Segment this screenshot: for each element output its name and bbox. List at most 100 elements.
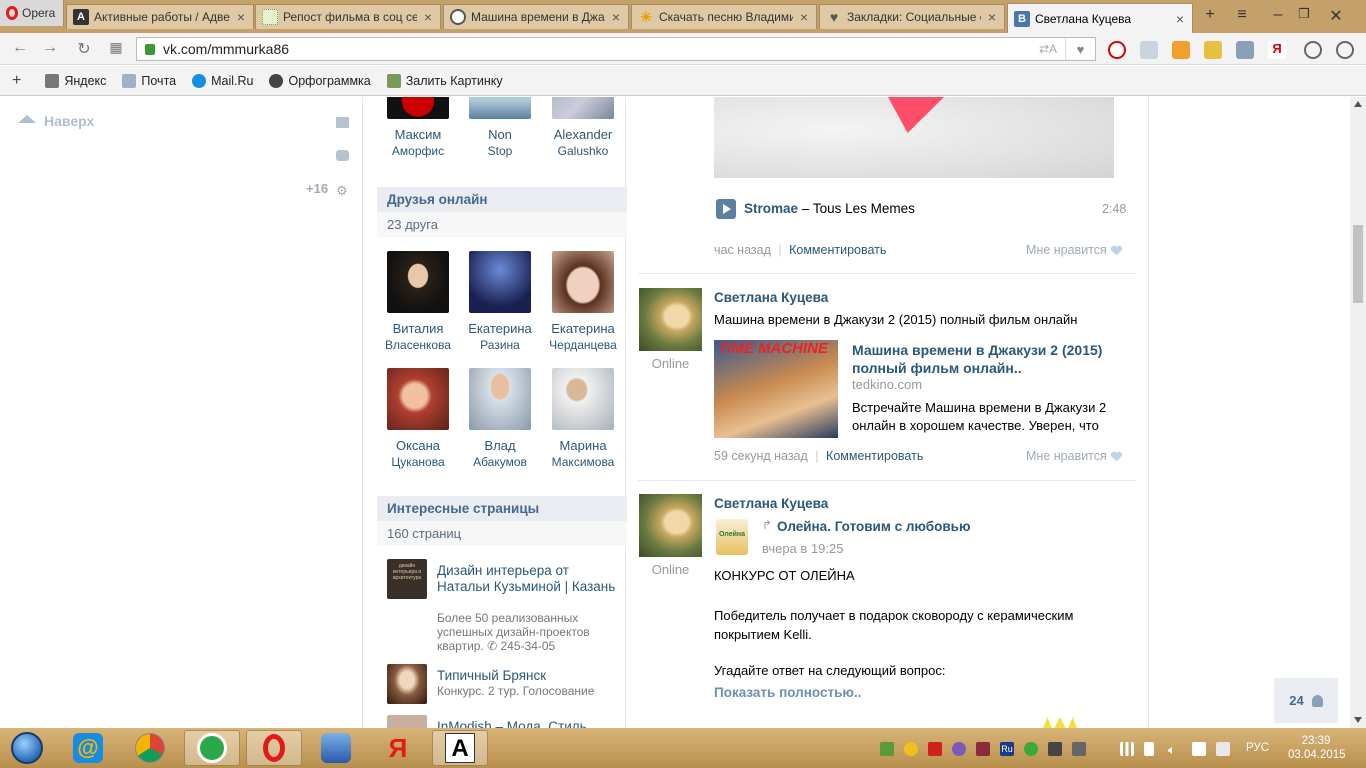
tab-close-icon[interactable]: × [986, 9, 998, 25]
tab-advego[interactable]: A Активные работы / Адвего × [66, 4, 254, 29]
friend-photo[interactable] [552, 251, 614, 313]
friend-photo[interactable] [387, 368, 449, 430]
friend-photo[interactable] [387, 251, 449, 313]
interesting-pages-count[interactable]: 160 страниц [377, 521, 627, 546]
interesting-pages-header[interactable]: Интересные страницы [377, 496, 627, 521]
adblock-ext-icon[interactable] [1108, 41, 1126, 59]
flag-icon[interactable] [1216, 742, 1230, 756]
tab-menu-icon[interactable]: ≡ [1232, 6, 1252, 24]
translate-ext-icon[interactable] [1236, 41, 1254, 59]
page-avatar[interactable]: дизайн интерьера и архитектура [387, 559, 427, 599]
link-title[interactable]: Машина времени в Джакузи 2 (2015) полный… [852, 341, 1132, 377]
like-button[interactable]: Мне нравится [1026, 243, 1122, 257]
bookmark-upload-image[interactable]: Залить Картинку [386, 73, 503, 88]
repost-source-name[interactable]: Олейна. Готовим с любовью [777, 519, 971, 534]
comments-icon[interactable] [336, 150, 349, 161]
forward-icon[interactable]: → [40, 39, 60, 57]
taskbar-mail-agent[interactable] [184, 730, 240, 766]
download-icon[interactable] [1304, 41, 1322, 59]
like-button[interactable]: Мне нравится [1026, 449, 1122, 463]
account-icon[interactable] [1336, 41, 1354, 59]
friend-card[interactable]: Non Stop [460, 97, 540, 159]
bookmark-mailru[interactable]: Mail.Ru [192, 73, 253, 88]
page-title[interactable]: Типичный Брянск [437, 668, 617, 684]
audio-play-button[interactable] [716, 199, 736, 219]
tray-monitor-icon[interactable] [1048, 742, 1062, 756]
signal-icon[interactable] [1120, 742, 1134, 756]
page-scrollbar[interactable] [1350, 97, 1366, 728]
comment-link[interactable]: Комментировать [789, 243, 886, 257]
new-tab-icon[interactable]: + [1200, 6, 1220, 24]
bookmark-heart-icon[interactable]: ♥ [1065, 38, 1095, 60]
start-button[interactable] [0, 730, 54, 766]
battery-icon[interactable] [1144, 742, 1154, 756]
window-close-icon[interactable]: ✕ [1326, 6, 1346, 26]
tab-time-machine[interactable]: Машина времени в Джакузи × [443, 4, 629, 29]
taskbar-opera[interactable] [246, 730, 302, 766]
friend-photo[interactable] [469, 251, 531, 313]
friend-card[interactable]: Екатерина Разина [460, 251, 540, 353]
tray-shield-icon[interactable] [928, 742, 942, 756]
tab-song[interactable]: ☀ Скачать песню Владимир × [631, 4, 817, 29]
translate-icon[interactable]: ⇄A [1039, 42, 1057, 56]
friend-card[interactable]: Виталия Власенкова [378, 251, 458, 353]
tray-check-icon[interactable] [1024, 742, 1038, 756]
bookmark-yandex[interactable]: Яндекс [45, 73, 106, 88]
reload-icon[interactable]: ↻ [74, 39, 94, 59]
show-more-link[interactable]: Показать полностью.. [714, 685, 861, 700]
tab-close-icon[interactable]: × [798, 9, 810, 25]
tray-viber-icon[interactable] [952, 742, 966, 756]
post-time[interactable]: час назад [714, 243, 771, 257]
scroll-down-arrow-icon[interactable] [1354, 717, 1362, 723]
link-domain[interactable]: tedkino.com [852, 377, 922, 392]
gear-icon[interactable]: ⚙ [336, 183, 348, 199]
taskbar-chrome[interactable] [122, 730, 178, 766]
author-avatar[interactable] [639, 288, 702, 351]
tab-close-icon[interactable]: × [235, 9, 247, 25]
friend-photo[interactable] [387, 97, 449, 119]
friend-card[interactable]: Alexander Galushko [543, 97, 623, 159]
scrollbar-thumb[interactable] [1353, 225, 1363, 303]
tray-ru-icon[interactable]: Ru [1000, 742, 1014, 756]
yandex-ext-icon[interactable]: Я [1268, 41, 1286, 59]
scroll-up-arrow-icon[interactable] [1354, 101, 1362, 107]
bookmark-orfogrammka[interactable]: Орфограммка [269, 73, 371, 88]
tray-app-icon[interactable] [880, 742, 894, 756]
language-indicator[interactable]: РУС [1246, 742, 1269, 754]
minimize-icon[interactable]: – [1268, 6, 1288, 24]
audio-track[interactable]: Stromae – Tous Les Memes [744, 201, 915, 216]
friend-card[interactable]: Екатерина Черданцева [543, 251, 623, 353]
tab-vk-active[interactable]: B Светлана Куцева × [1007, 3, 1193, 33]
tab-close-icon[interactable]: × [422, 9, 434, 25]
online-friends-counter[interactable]: 24 [1274, 678, 1338, 723]
post-author[interactable]: Светлана Куцева [714, 290, 828, 305]
friend-card[interactable]: Влад Абакумов [460, 368, 540, 470]
bookmark-mail[interactable]: Почта [122, 73, 176, 88]
taskbar-volume-app[interactable] [308, 730, 364, 766]
speed-dial-grid-icon[interactable]: ▦ [106, 39, 126, 56]
page-title[interactable]: Дизайн интерьера от Натальи Кузьминой | … [437, 563, 617, 595]
messages-icon[interactable] [336, 117, 349, 128]
friends-online-count[interactable]: 23 друга [377, 212, 627, 237]
tray-app-icon[interactable] [976, 742, 990, 756]
repost-time[interactable]: вчера в 19:25 [762, 541, 843, 556]
notifications-count[interactable]: +16 [306, 181, 328, 196]
network-icon[interactable] [1192, 742, 1206, 756]
tab-repost[interactable]: Репост фильма в соц сетях × [255, 4, 441, 29]
friend-photo[interactable] [469, 97, 531, 119]
tray-app-icon[interactable] [904, 742, 918, 756]
page-avatar[interactable] [387, 715, 427, 728]
volume-icon[interactable]: 🔈︎ [1168, 742, 1182, 757]
post-photo[interactable] [714, 97, 1114, 178]
page-avatar[interactable] [387, 664, 427, 704]
tab-close-icon[interactable]: × [1174, 11, 1186, 27]
repost-source-logo[interactable]: Олейна [716, 519, 748, 555]
scroll-to-top-button[interactable]: Наверх [18, 113, 94, 129]
taskbar-yandex[interactable]: Я [370, 730, 426, 766]
url-field[interactable]: vk.com/mmmurka86 ⇄A ♥ [136, 37, 1096, 61]
mail-ext-icon[interactable] [1140, 41, 1158, 59]
post-author[interactable]: Светлана Куцева [714, 496, 828, 511]
post-time[interactable]: 59 секунд назад [714, 449, 808, 463]
taskbar-mailru-agent[interactable]: @ [60, 730, 116, 766]
back-icon[interactable]: ← [10, 39, 30, 57]
